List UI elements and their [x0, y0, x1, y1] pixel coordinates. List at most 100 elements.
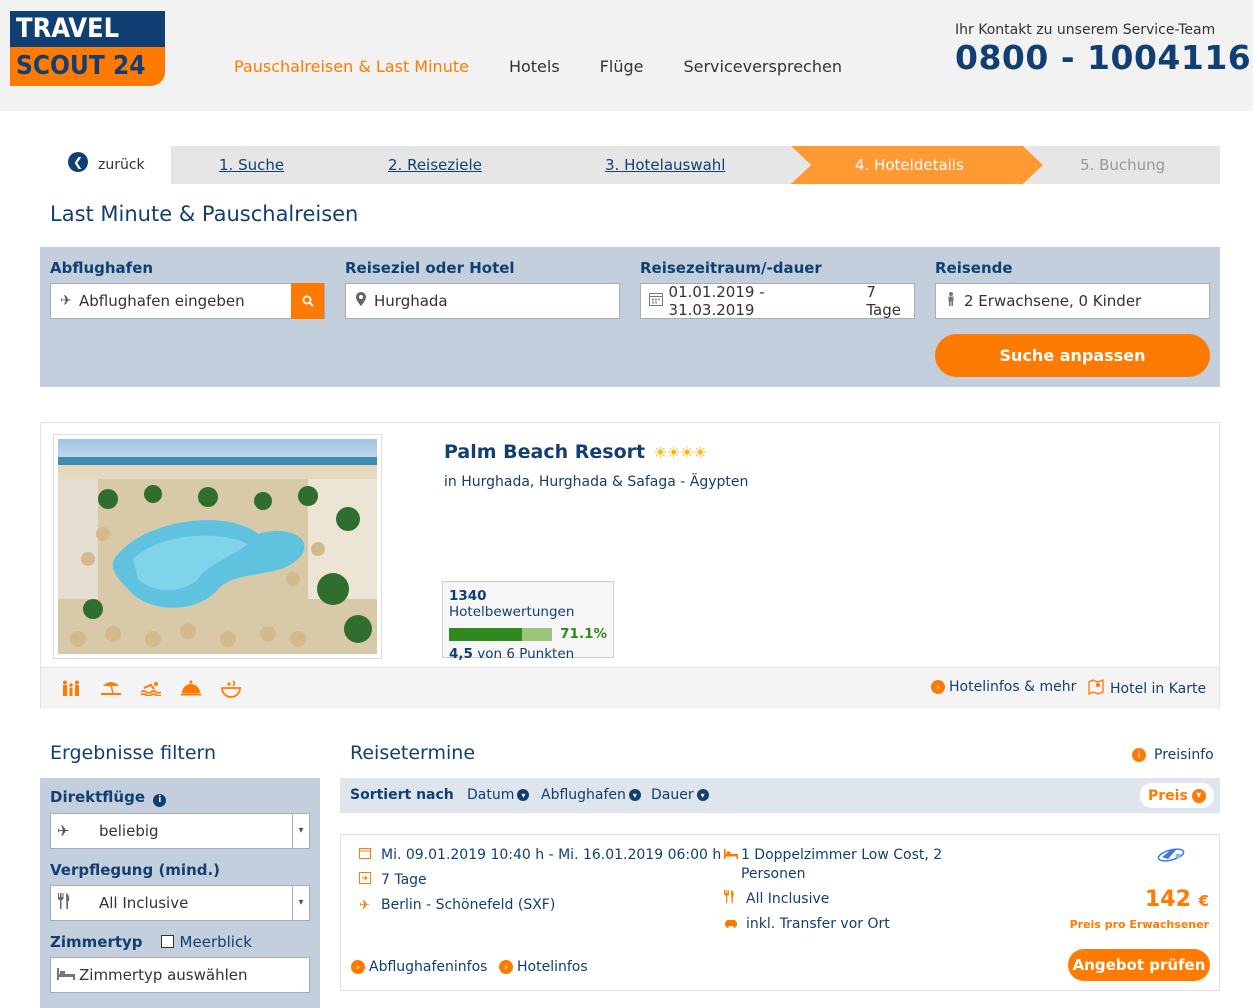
search-icon[interactable]	[291, 283, 324, 319]
room-type-label: Zimmertyp	[50, 932, 143, 951]
departure-input[interactable]: ✈ Abflughafen eingeben	[50, 283, 325, 319]
recommend-bar	[449, 627, 553, 641]
car-icon	[724, 915, 746, 934]
destination-input[interactable]: Hurghada	[345, 283, 620, 319]
nav-hotels[interactable]: Hotels	[509, 57, 560, 76]
chevron-down-icon: ▾	[292, 813, 309, 848]
sort-bar: Sortiert nach Datum ▾ Abflughafen ▾ Dauer ▾…	[340, 778, 1220, 813]
cutlery-icon	[51, 892, 99, 913]
room-type-input[interactable]: Zimmertyp auswählen	[50, 956, 310, 993]
offer-currency: €	[1198, 892, 1209, 910]
nav-fluege[interactable]: Flüge	[600, 57, 644, 76]
room-type-placeholder: Zimmertyp auswählen	[79, 965, 248, 984]
calendar-icon	[647, 292, 665, 310]
offer-price-note: Preis pro Erwachsener	[1069, 918, 1209, 931]
nav-serviceversprechen[interactable]: Serviceversprechen	[683, 57, 842, 76]
step-suche[interactable]: 1. Suche	[219, 146, 284, 184]
bed-icon	[724, 846, 741, 865]
offer-board: All Inclusive	[746, 891, 830, 907]
airport-info-label: Abflughafeninfos	[369, 959, 488, 975]
step-buchung: 5. Buchung	[1080, 156, 1166, 174]
step-reiseziele[interactable]: 2. Reiseziele	[388, 146, 482, 184]
period-input[interactable]: 01.01.2019 - 31.03.2019 7 Tage	[640, 283, 915, 319]
booking-steps: ❮ zurück 1. Suche 2. Reiseziele 3. Hotel…	[68, 146, 1220, 184]
offer-duration: 7 Tage	[381, 872, 427, 888]
family-icon	[61, 680, 81, 700]
search-panel: Abflughafen ✈ Abflughafen eingeben Reise…	[40, 247, 1220, 387]
calendar-icon	[359, 846, 381, 865]
hotel-name-row: Palm Beach Resort ☀☀☀☀	[444, 441, 707, 463]
score-row: 4,5 von 6 Punkten	[449, 646, 607, 662]
recommend-bar-row: 71.1%	[449, 626, 607, 642]
offer-transfer: inkl. Transfer vor Ort	[746, 916, 890, 932]
chevron-right-icon: ›	[931, 680, 945, 694]
recommend-pct: 71.1%	[560, 626, 607, 642]
hotel-map-label: Hotel in Karte	[1110, 681, 1207, 697]
tour-operator-logo	[1156, 847, 1186, 863]
direct-flights-select[interactable]: ✈ beliebig ▾	[50, 812, 310, 849]
duration-icon	[359, 871, 381, 890]
hotel-name[interactable]: Palm Beach Resort	[444, 441, 645, 463]
check-offer-button[interactable]: Angebot prüfen	[1068, 949, 1210, 981]
direct-flights-text: Direktflüge	[50, 788, 146, 806]
hotel-info-link[interactable]: › Hotelinfos	[499, 959, 588, 975]
logo-bottom-text: SCOUT 24	[10, 47, 165, 86]
main-nav: Pauschalreisen & Last Minute Hotels Flüg…	[234, 57, 882, 76]
travelscout24-logo[interactable]: TRAVEL SCOUT 24	[10, 11, 165, 86]
nav-pauschalreisen[interactable]: Pauschalreisen & Last Minute	[234, 57, 469, 76]
hotel-card: Palm Beach Resort ☀☀☀☀ in Hurghada, Hurgh…	[40, 422, 1220, 709]
filter-panel: Direktflüge i ✈ beliebig ▾ Verpflegung (…	[40, 778, 320, 1008]
offer-room: 1 Doppelzimmer Low Cost, 2 Personen	[740, 847, 943, 882]
airport-info-link[interactable]: › Abflughafeninfos	[351, 959, 487, 975]
search-submit-button[interactable]: Suche anpassen	[935, 334, 1210, 377]
info-icon[interactable]: i	[153, 793, 167, 807]
seaview-checkbox[interactable]	[160, 935, 174, 948]
hotel-map-link[interactable]: Hotel in Karte	[1088, 679, 1206, 699]
hotel-image[interactable]	[53, 434, 382, 659]
hotelinfos-link[interactable]: › Hotelinfos & mehr	[931, 679, 1076, 695]
board-value: All Inclusive	[99, 893, 189, 912]
travelers-label: Reisende	[935, 259, 1013, 277]
direct-flights-value: beliebig	[99, 821, 159, 840]
review-box[interactable]: 1340 Hotelbewertungen 71.1% 4,5 von 6 Pu…	[442, 581, 614, 662]
sort-preis[interactable]: Preis ▾	[1140, 783, 1214, 808]
seaview-option[interactable]: Meerblick	[160, 932, 252, 951]
hotelinfos-label: Hotelinfos & mehr	[949, 679, 1077, 695]
offer-route-row: ✈ Berlin - Schönefeld (SXF)	[359, 896, 555, 915]
chevron-down-icon: ▾	[696, 789, 709, 801]
sort-abflughafen[interactable]: Abflughafen ▾	[541, 787, 641, 803]
contact-phone[interactable]: 0800 - 1004116	[955, 38, 1251, 78]
period-value: 01.01.2019 - 31.03.2019	[668, 283, 765, 319]
chevron-right-icon: ›	[499, 960, 513, 974]
review-count-label: Hotelbewertungen	[449, 604, 575, 620]
recommend-bar-fill	[449, 627, 523, 641]
sort-dauer[interactable]: Dauer ▾	[651, 787, 709, 803]
period-label: Reisezeitraum/-dauer	[640, 259, 822, 277]
departure-placeholder: Abflughafen eingeben	[79, 292, 245, 310]
seaview-label: Meerblick	[179, 932, 252, 951]
step-hotelauswahl[interactable]: 3. Hotelauswahl	[605, 146, 725, 184]
destination-label: Reiseziel oder Hotel	[345, 259, 515, 277]
back-label: zurück	[98, 157, 145, 173]
sort-preis-label: Preis	[1148, 787, 1188, 804]
price-info-link[interactable]: i Preisinfo	[1132, 747, 1214, 763]
filter-title: Ergebnisse filtern	[50, 742, 217, 764]
site-header: TRAVEL SCOUT 24 Pauschalreisen & Last Mi…	[0, 0, 1253, 111]
swimming-icon	[140, 680, 162, 700]
price-info-label: Preisinfo	[1154, 747, 1214, 763]
board-select[interactable]: All Inclusive ▾	[50, 884, 310, 921]
offer-price: 142 €	[1111, 887, 1209, 912]
cutlery-icon	[724, 890, 746, 909]
offer-dates-row: Mi. 09.01.2019 10:40 h - Mi. 16.01.2019 …	[359, 846, 721, 865]
offer-price-value: 142	[1144, 887, 1191, 912]
location-pin-icon	[352, 292, 370, 310]
direct-flights-label: Direktflüge i	[50, 788, 310, 807]
travelers-field: Reisende 2 Erwachsene, 0 Kinder	[935, 259, 1210, 319]
offer-dates: Mi. 09.01.2019 10:40 h - Mi. 16.01.2019 …	[381, 847, 722, 863]
plane-icon: ✈	[359, 898, 370, 913]
back-link[interactable]: ❮ zurück	[68, 146, 145, 184]
sort-datum[interactable]: Datum ▾	[467, 787, 530, 803]
room-type-row: Zimmertyp Meerblick	[50, 933, 310, 951]
sort-abflughafen-label: Abflughafen	[541, 787, 626, 803]
travelers-input[interactable]: 2 Erwachsene, 0 Kinder	[935, 283, 1210, 319]
